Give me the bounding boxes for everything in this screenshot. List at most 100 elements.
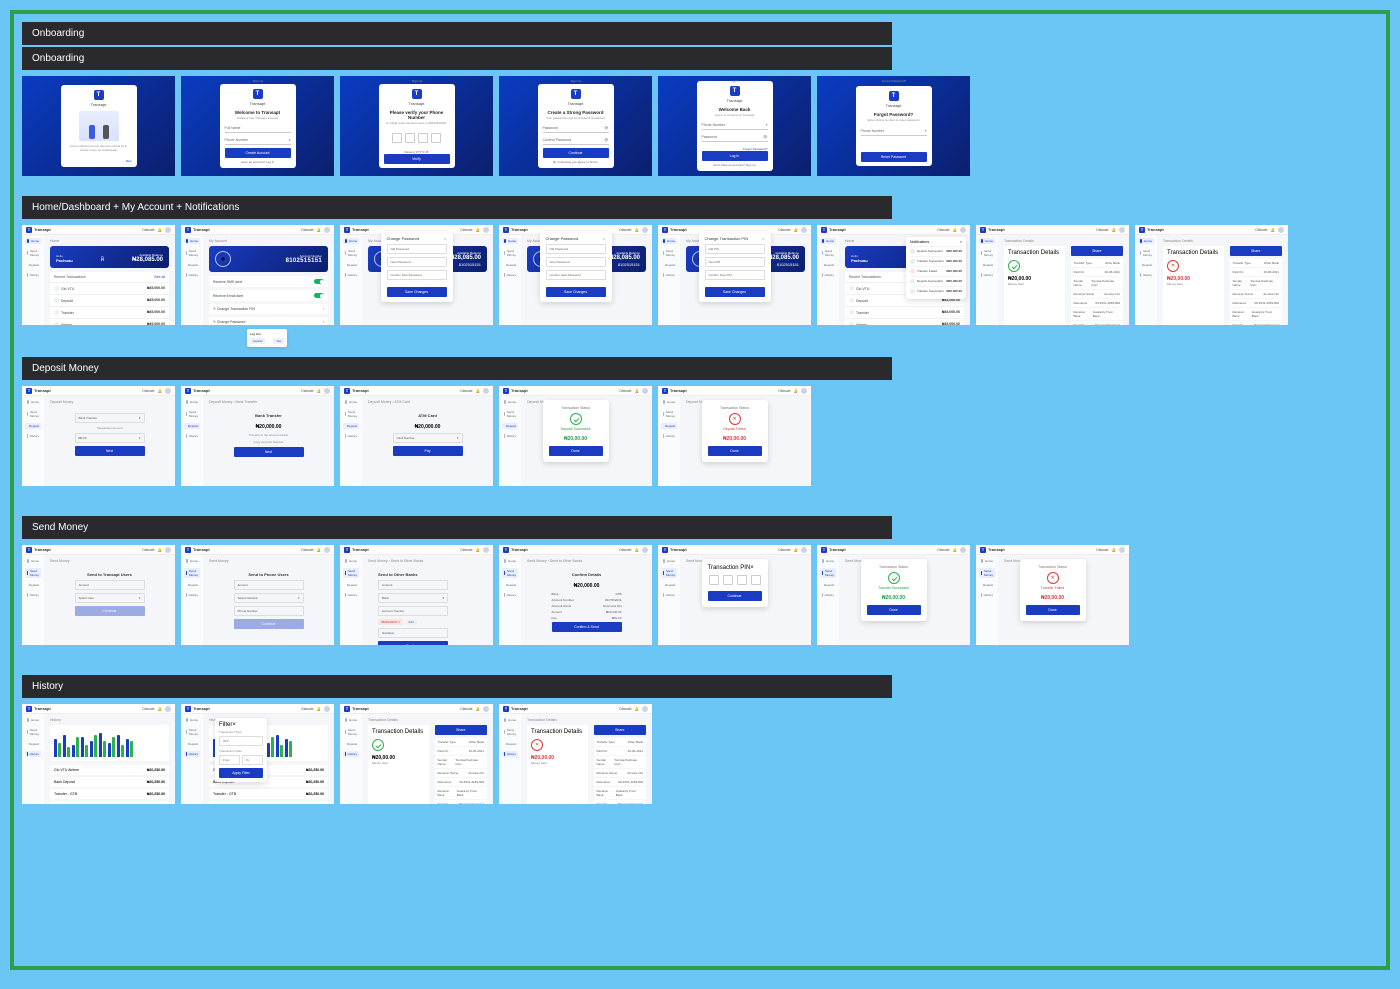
avatar[interactable] — [165, 547, 171, 553]
back-icon[interactable]: ‹ — [220, 79, 221, 83]
sidebar-item-home[interactable]: Home — [661, 238, 677, 244]
otp-inputs[interactable] — [392, 133, 441, 143]
type-select[interactable]: All ▾ — [219, 736, 263, 746]
sidebar-item-deposit[interactable]: Deposit — [343, 582, 359, 588]
sidebar-item-history[interactable]: History — [25, 272, 41, 278]
sidebar-item-deposit[interactable]: Deposit — [979, 262, 995, 268]
notification-row[interactable]: Deposit Successful₦45,000.00 — [910, 246, 962, 256]
phone-input[interactable]: Phone Number — [234, 606, 304, 616]
sidebar-item-home[interactable]: Home — [184, 717, 200, 723]
sidebar-item-deposit[interactable]: Deposit — [343, 262, 359, 268]
payment-method-select[interactable]: Bank Transfer▾ — [75, 413, 145, 423]
sidebar-item-history[interactable]: History — [25, 751, 41, 757]
sidebar-item-home[interactable]: Home — [343, 238, 359, 244]
sidebar-item-send[interactable]: Send Money — [343, 248, 359, 258]
bell-icon[interactable]: 🔔 — [1271, 228, 1275, 232]
avatar[interactable] — [642, 227, 648, 233]
saved-tag[interactable]: 0805219027 × — [378, 619, 403, 625]
reset-button[interactable]: Reset Password — [861, 152, 927, 162]
sidebar-item-home[interactable]: Home — [661, 399, 677, 405]
share-button[interactable]: Share — [1230, 246, 1283, 256]
sidebar-item-home[interactable]: Home — [979, 558, 995, 564]
apply-button[interactable]: Apply Filter — [219, 768, 263, 778]
sidebar-item-history[interactable]: History — [661, 433, 677, 439]
sidebar-item-home[interactable]: Home — [343, 717, 359, 723]
sidebar-item-send[interactable]: Send Money — [661, 568, 677, 578]
done-button[interactable]: Done — [1026, 605, 1080, 615]
new-pw-input[interactable]: New Password — [387, 257, 447, 267]
share-button[interactable]: Share — [594, 725, 647, 735]
sidebar-item-home[interactable]: Home — [25, 558, 41, 564]
sidebar-item-home[interactable]: Home — [661, 558, 677, 564]
tx-row[interactable]: Glo VTU₦45,000.00 — [50, 282, 169, 294]
sidebar-item-deposit[interactable]: Deposit — [25, 582, 41, 588]
eye-icon[interactable]: 👁 — [604, 126, 608, 130]
sidebar-item-history[interactable]: History — [184, 272, 200, 278]
sidebar-item-deposit[interactable]: Deposit — [820, 262, 836, 268]
back-icon[interactable]: ‹ — [697, 79, 698, 83]
sidebar-item-home[interactable]: Home — [25, 717, 41, 723]
sidebar-item-deposit[interactable]: Deposit — [184, 582, 200, 588]
change-pin-link[interactable]: ✎ Change Transaction PIN› — [209, 304, 328, 314]
sidebar-item-send[interactable]: Send Money — [343, 727, 359, 737]
amount-input[interactable]: Amount — [234, 580, 304, 590]
sidebar-item-home[interactable]: Home — [184, 238, 200, 244]
tx-row[interactable]: Deposit₦45,000.00 — [50, 294, 169, 306]
from-date[interactable]: From — [219, 755, 240, 765]
continue-button[interactable]: Continue — [543, 148, 609, 158]
amount-input[interactable]: ₦0.00▾ — [75, 433, 145, 443]
visibility-icon[interactable] — [215, 251, 231, 267]
avatar[interactable] — [1119, 547, 1125, 553]
continue-button[interactable]: Continue — [75, 606, 145, 616]
sidebar-item-home[interactable]: Home — [343, 558, 359, 564]
close-icon[interactable]: × — [960, 240, 962, 244]
tx-row[interactable]: Transfer₦45,000.00 — [50, 306, 169, 318]
sidebar-item-deposit[interactable]: Deposit — [184, 741, 200, 747]
sidebar-item-home[interactable]: Home — [343, 399, 359, 405]
old-pw-input[interactable]: Old Password — [546, 244, 606, 254]
save-button[interactable]: Save Changes — [546, 287, 606, 297]
history-row[interactable]: Transfer - GTB₦20,250.00 — [209, 789, 328, 799]
network-select[interactable]: Select Network▾ — [234, 593, 304, 603]
avatar[interactable] — [324, 547, 330, 553]
user-select[interactable]: Select User▾ — [75, 593, 145, 603]
sidebar-item-send[interactable]: Send Money — [184, 248, 200, 258]
tx-row[interactable]: Airtime₦45,000.00 — [50, 318, 169, 325]
old-pin-input[interactable]: Old PIN — [705, 244, 765, 254]
sidebar-item-send[interactable]: Send Money — [25, 409, 41, 419]
eye-icon[interactable]: 👁 — [604, 138, 608, 142]
sidebar-item-deposit[interactable]: Deposit — [502, 582, 518, 588]
sidebar-item-send[interactable]: Send Money — [1138, 248, 1154, 258]
avatar[interactable] — [165, 706, 171, 712]
phone-field[interactable]: Phone Number▾ — [861, 127, 927, 136]
conf-pw-input[interactable]: Confirm New Password — [546, 270, 606, 280]
bell-icon[interactable]: 🔔 — [635, 389, 639, 393]
history-row[interactable]: Glo VTU Airtime₦20,250.00 — [50, 765, 169, 775]
sidebar-item-home[interactable]: Home — [184, 399, 200, 405]
back-icon[interactable]: ‹ — [538, 79, 539, 83]
sidebar-item-deposit[interactable]: Deposit — [343, 741, 359, 747]
done-button[interactable]: Done — [549, 446, 603, 456]
bell-icon[interactable]: 🔔 — [794, 228, 798, 232]
sidebar-item-deposit[interactable]: Deposit — [820, 582, 836, 588]
copy-link[interactable]: Copy Account Number — [253, 440, 283, 444]
toggle[interactable] — [314, 293, 324, 298]
sidebar-item-send[interactable]: Send Money — [184, 409, 200, 419]
sidebar-item-deposit[interactable]: Deposit — [502, 423, 518, 429]
avatar[interactable] — [960, 547, 966, 553]
confirm-password-field[interactable]: Confirm Password👁 — [543, 136, 609, 145]
history-row[interactable]: Airtel Airtime₦20,250.00 — [50, 801, 169, 804]
sidebar-item-history[interactable]: History — [661, 592, 677, 598]
sidebar-item-deposit[interactable]: Deposit — [661, 423, 677, 429]
notification-row[interactable]: Transfer Failed₦45,000.00 — [910, 266, 962, 276]
bell-icon[interactable]: 🔔 — [953, 548, 957, 552]
sidebar-item-history[interactable]: History — [502, 272, 518, 278]
notification-row[interactable]: Transfer Successful₦45,000.00 — [910, 286, 962, 296]
amount-input[interactable]: Amount — [75, 580, 145, 590]
close-icon[interactable]: × — [603, 236, 605, 241]
bell-icon[interactable]: 🔔 — [476, 548, 480, 552]
sidebar-item-send[interactable]: Send Money — [343, 409, 359, 419]
avatar[interactable] — [483, 547, 489, 553]
sidebar-item-deposit[interactable]: Deposit — [184, 423, 200, 429]
avatar[interactable] — [165, 388, 171, 394]
